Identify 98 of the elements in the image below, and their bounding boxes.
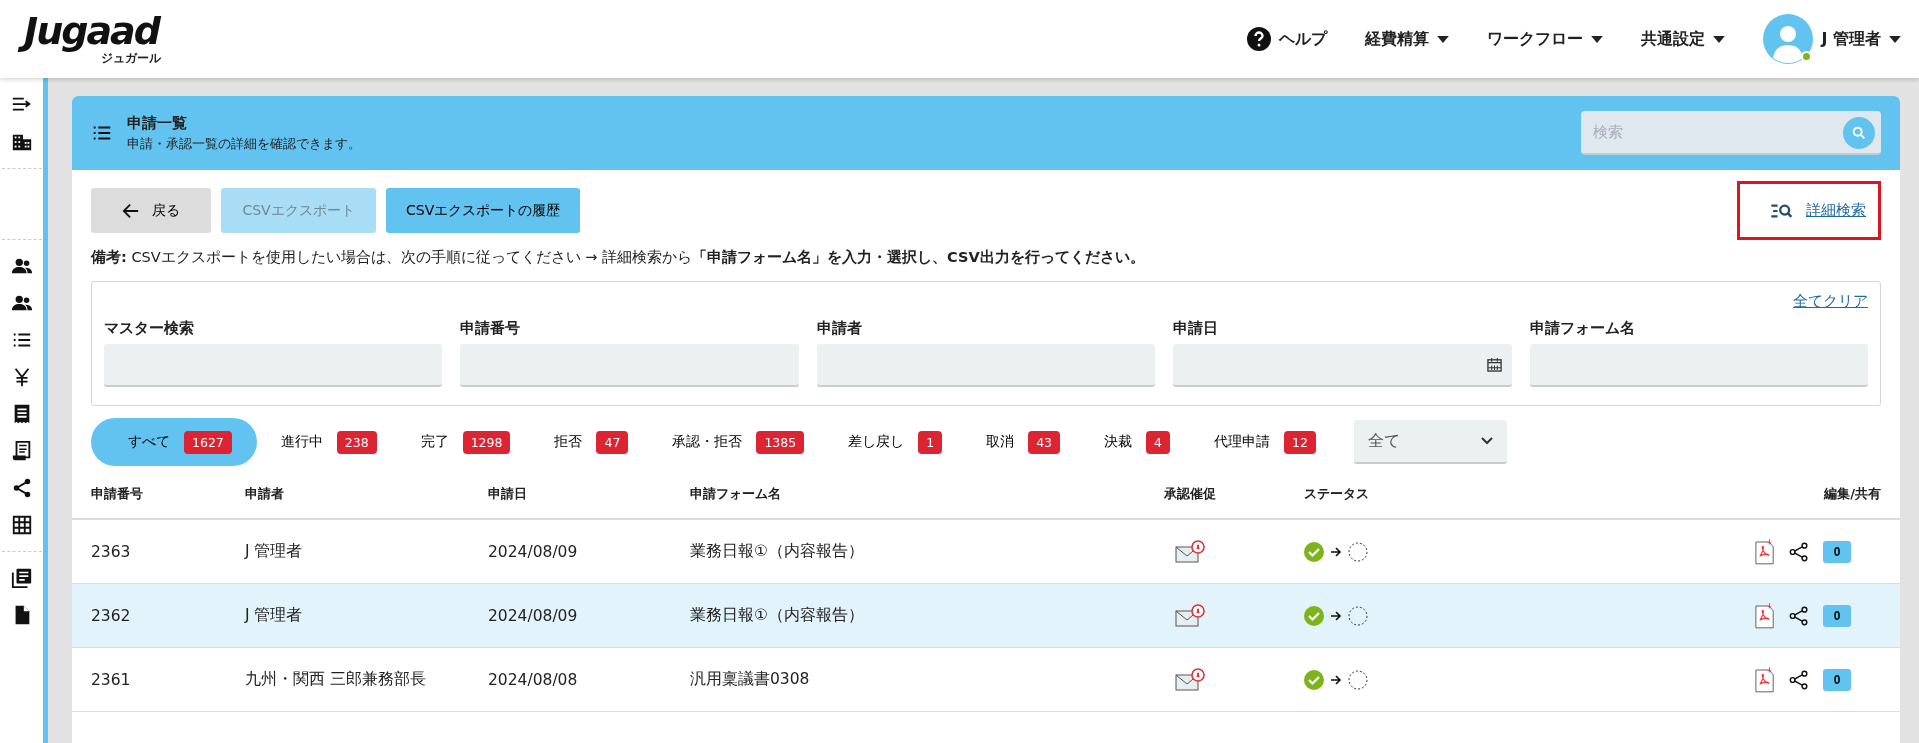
caret-icon	[1437, 35, 1450, 43]
status-tab[interactable]: 取消 43	[966, 418, 1081, 466]
table-cell-text: 九州・関西 三郎兼務部長	[245, 669, 427, 690]
nav-menu[interactable]: 経費精算	[1365, 28, 1450, 50]
arrow-icon	[1330, 673, 1342, 686]
table-cell-text: 汎用稟議書0308	[690, 669, 811, 690]
pending-circle-icon	[1348, 669, 1368, 690]
filter-input-field[interactable]	[1529, 344, 1868, 387]
field-label: マスター検索	[104, 319, 195, 338]
share-icon[interactable]	[1789, 541, 1809, 562]
status-tab[interactable]: 代理申請 12	[1194, 418, 1336, 466]
count-badge: 47	[596, 430, 629, 454]
table-cell-text: 2024/08/09	[488, 606, 579, 625]
check-circle-icon	[1304, 541, 1324, 562]
grid-icon[interactable]	[10, 514, 33, 536]
calendar-icon	[1486, 357, 1502, 372]
table-cell-text: 業務日報①（内容報告）	[690, 605, 865, 626]
count-badge: 12	[1284, 430, 1316, 454]
library-icon[interactable]	[10, 567, 33, 589]
count-badge: 238	[336, 430, 377, 454]
table-row[interactable]: 2362 J 管理者 2024/08/09 業務日報①（内容報告） 0	[72, 584, 1900, 648]
comment-count-button[interactable]: 0	[1823, 540, 1851, 563]
help-link[interactable]: ヘルプ	[1247, 27, 1328, 51]
export-history-button[interactable]: CSVエクスポートの履歴	[386, 188, 581, 233]
reminder-mail-icon[interactable]	[1175, 603, 1205, 628]
column-header: 申請者	[245, 485, 285, 503]
page-subtitle: 申請・承認一覧の詳細を確認できます。	[127, 135, 361, 153]
column-header: 編集/共有	[1824, 485, 1881, 503]
check-circle-icon	[1304, 669, 1324, 690]
count-badge: 43	[1028, 430, 1061, 454]
pdf-file-icon[interactable]	[1755, 538, 1775, 565]
share-icon[interactable]	[1789, 605, 1809, 626]
field-label: 申請者	[816, 319, 863, 338]
check-circle-icon	[1304, 605, 1324, 626]
table-cell-text: 2024/08/08	[488, 670, 579, 689]
column-header: 申請日	[488, 485, 528, 503]
search-icon	[1851, 125, 1867, 141]
count-badge: 1	[918, 430, 943, 454]
field-label: 申請フォーム名	[1529, 319, 1636, 338]
reminder-mail-icon[interactable]	[1175, 667, 1205, 692]
filter-input-field[interactable]	[460, 344, 799, 387]
filter-input-field[interactable]	[816, 344, 1156, 387]
count-badge: 1385	[756, 430, 805, 454]
caret-icon	[1713, 35, 1726, 43]
caret-icon	[1591, 35, 1604, 43]
filter-input-field[interactable]	[104, 344, 443, 387]
table-cell-text: 2361	[91, 670, 132, 689]
comment-count-button[interactable]: 0	[1823, 604, 1851, 627]
nav-menu[interactable]: 共通設定	[1641, 28, 1726, 50]
status-tab[interactable]: すべて 1627	[91, 418, 257, 466]
count-badge: 4	[1146, 430, 1170, 454]
count-badge: 1298	[462, 430, 511, 454]
table-cell-text: 2024/08/09	[488, 542, 579, 561]
field-label: 申請番号	[460, 319, 522, 338]
arrow-icon	[1330, 545, 1342, 558]
note-text: 備考: CSVエクスポートを使用したい場合は、次の手順に従ってください → 詳細検索から「申請フォーム名」を入力・選択し、CSV出力を行ってください。	[91, 248, 1146, 267]
status-tab[interactable]: 完了 1298	[400, 418, 531, 466]
column-header: 承認催促	[1164, 485, 1216, 503]
table-cell-text: 2363	[91, 542, 132, 561]
arrow-icon	[1330, 609, 1342, 622]
reminder-mail-icon[interactable]	[1175, 539, 1205, 564]
user-menu[interactable]: J 管理者	[1821, 28, 1901, 50]
document-icon[interactable]	[10, 440, 33, 462]
pending-circle-icon	[1348, 541, 1368, 562]
pdf-file-icon[interactable]	[1755, 666, 1775, 693]
back-button[interactable]: 戻る	[91, 188, 211, 233]
field-label: 申請日	[1173, 319, 1220, 338]
caret-icon	[1889, 35, 1901, 43]
column-header: 申請番号	[91, 485, 144, 503]
chevron-down-icon	[1480, 437, 1493, 445]
pending-circle-icon	[1348, 605, 1368, 626]
comment-count-button[interactable]: 0	[1823, 668, 1851, 691]
filter-input-field[interactable]	[1173, 344, 1512, 387]
status-tab[interactable]: 承認・拒否 1385	[652, 418, 825, 466]
page-title: 申請一覧	[127, 113, 188, 133]
column-header: ステータス	[1303, 485, 1370, 503]
count-badge: 1627	[184, 430, 232, 454]
filter-search-icon	[1770, 202, 1794, 219]
back-arrow-icon	[122, 201, 140, 220]
pdf-file-icon[interactable]	[1755, 602, 1775, 629]
help-icon	[1247, 27, 1272, 51]
status-tab[interactable]: 拒否 47	[534, 418, 649, 466]
status-tab[interactable]: 進行中 238	[260, 418, 397, 466]
status-tab[interactable]: 差し戻し 1	[828, 418, 963, 466]
search-field[interactable]: 検索	[1581, 111, 1881, 155]
status-tab[interactable]: 決裁 4	[1084, 418, 1190, 466]
share-icon[interactable]	[1789, 669, 1809, 690]
table-cell-text: J 管理者	[245, 541, 304, 562]
column-header: 申請フォーム名	[690, 485, 782, 503]
scope-dropdown[interactable]: 全て	[1353, 420, 1507, 464]
advanced-search-link[interactable]: 詳細検索	[1737, 181, 1881, 240]
table-cell-text: J 管理者	[245, 605, 304, 626]
table-cell-text: 2362	[91, 606, 132, 625]
logo-subtitle: ジュガール	[100, 51, 162, 67]
clear-all-link[interactable]: 全てクリア	[1793, 292, 1868, 311]
table-cell-text: 業務日報①（内容報告）	[690, 541, 865, 562]
table-row[interactable]: 2361 九州・関西 三郎兼務部長 2024/08/08 汎用稟議書0308 0	[72, 648, 1900, 712]
nav-menu[interactable]: ワークフロー	[1487, 28, 1604, 50]
